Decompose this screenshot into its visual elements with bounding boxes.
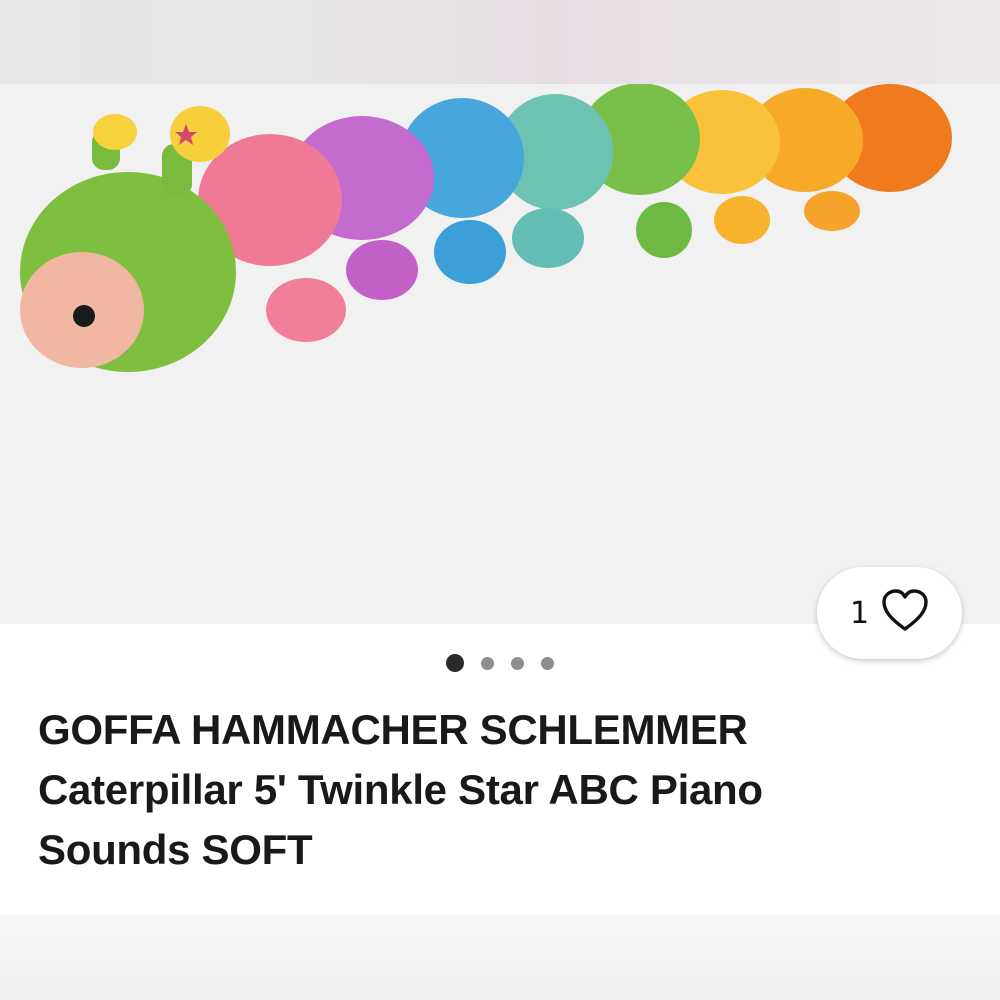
like-count: 1	[849, 595, 870, 631]
listing-title-line-3: Sounds SOFT	[38, 826, 313, 873]
carousel-dot[interactable]	[481, 656, 494, 670]
product-photo[interactable]	[0, 84, 1000, 624]
like-button[interactable]: 1	[817, 567, 962, 659]
heart-outline-icon	[881, 588, 929, 638]
carousel-indicator	[0, 654, 1000, 672]
top-blur-strip	[0, 0, 1000, 84]
carousel-dot[interactable]	[511, 656, 524, 670]
listing-title-line-1: GOFFA HAMMACHER SCHLEMMER	[38, 706, 748, 753]
carousel-dot-active[interactable]	[446, 654, 464, 672]
listing-title: GOFFA HAMMACHER SCHLEMMER Caterpillar 5'…	[38, 700, 938, 880]
bottom-blur-strip	[0, 915, 1000, 1000]
carousel-dot[interactable]	[541, 656, 554, 670]
caterpillar-plush-image	[20, 84, 952, 372]
listing-title-line-2: Caterpillar 5' Twinkle Star ABC Piano	[38, 766, 763, 813]
